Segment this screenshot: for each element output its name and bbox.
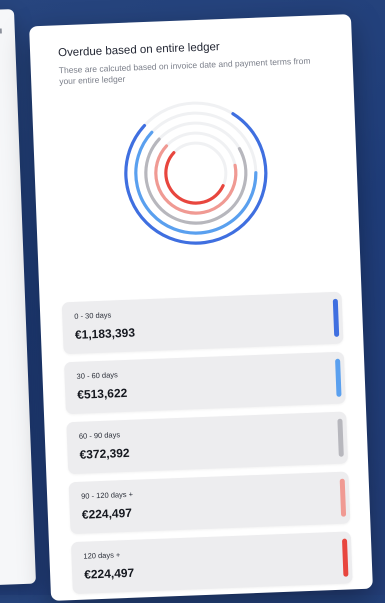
- ring-track: [134, 111, 258, 235]
- bucket-card-0-30[interactable]: 0 - 30 days €1,183,393: [61, 291, 344, 355]
- bucket-card-90-120[interactable]: 90 - 120 days + €224,497: [68, 471, 351, 535]
- bucket-amount: €1,183,393: [74, 325, 136, 342]
- bucket-amount: €513,622: [76, 385, 128, 402]
- bucket-label: 90 - 120 days +: [80, 489, 134, 501]
- bucket-color-bar: [339, 478, 347, 517]
- overdue-rings-chart: [124, 101, 268, 245]
- bucket-color-bar: [332, 298, 340, 337]
- bucket-amount: €224,497: [83, 565, 135, 582]
- bucket-card-30-60[interactable]: 30 - 60 days €513,622: [64, 351, 346, 415]
- bucket-list: 0 - 30 days €1,183,393 30 - 60 days €513…: [61, 291, 353, 603]
- overdue-panel: Overdue based on entire ledger These are…: [29, 14, 373, 601]
- bucket-amount: €224,497: [81, 505, 133, 522]
- bucket-amount: €372,392: [79, 445, 130, 462]
- bucket-card-120-plus[interactable]: 120 days + €224,497: [70, 531, 353, 595]
- ring-arc-4: [164, 151, 225, 205]
- panel-subtitle: These are calcuted based on invoice date…: [58, 55, 311, 87]
- bucket-color-bar: [337, 418, 344, 457]
- bucket-label: 60 - 90 days: [78, 430, 121, 441]
- bucket-label: 30 - 60 days: [76, 370, 118, 381]
- bucket-card-60-90[interactable]: 60 - 90 days €372,392: [66, 411, 349, 475]
- panel-title: Overdue based on entire ledger: [57, 41, 220, 60]
- bucket-label: 120 days +: [83, 550, 121, 561]
- bucket-color-bar: [341, 538, 349, 577]
- bucket-label: 0 - 30 days: [74, 310, 112, 321]
- background-card: [0, 8, 37, 587]
- bucket-color-bar: [335, 358, 342, 397]
- chart-icon: [0, 28, 2, 34]
